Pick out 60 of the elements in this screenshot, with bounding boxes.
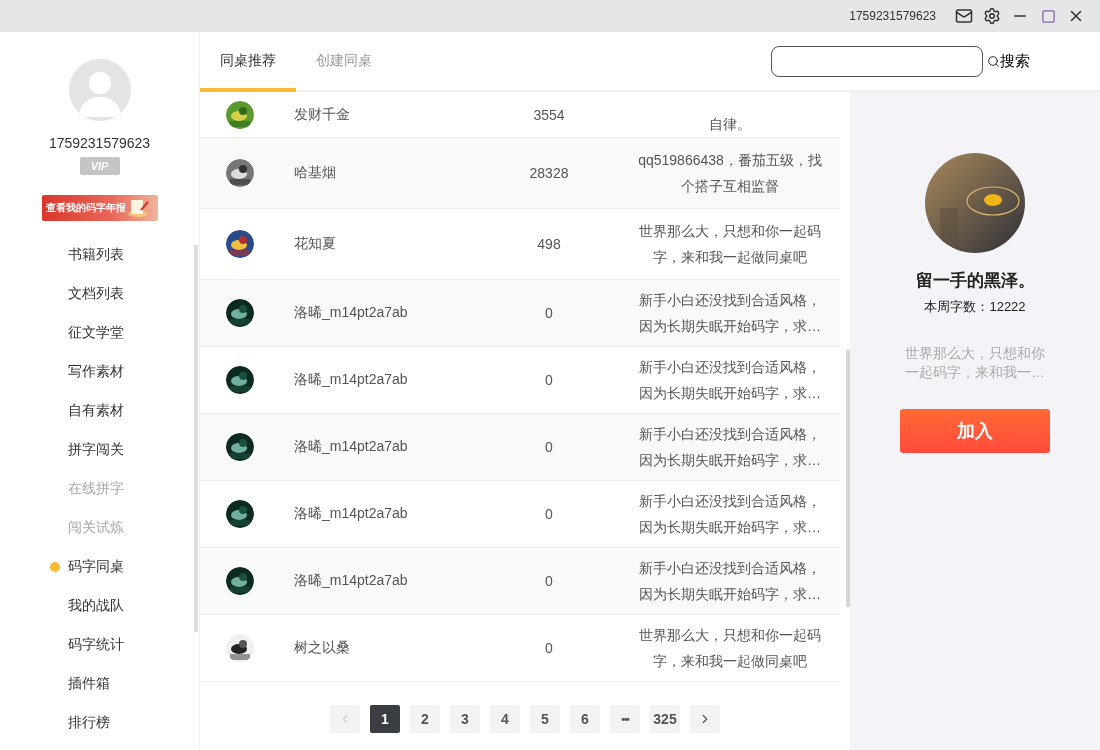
search-field[interactable] bbox=[771, 45, 983, 77]
table-cell-text: 0 bbox=[544, 640, 554, 656]
sidebar-item[interactable]: 码字同桌 bbox=[0, 547, 199, 586]
table-cell-text: 洛晞_m14pt2a7ab bbox=[294, 438, 409, 456]
sidebar-item[interactable]: 书籍列表 bbox=[0, 235, 199, 274]
sidebar-item[interactable]: 自有素材 bbox=[0, 391, 199, 430]
user-name: 留一手的黑泽。 bbox=[915, 270, 1035, 292]
user-description: 世界那么大，只想和你一起码字，来和我一… bbox=[904, 344, 1046, 382]
table-cell-text: 新手小白还没找到合适风格，因为长期失眠开始码字，求… bbox=[638, 492, 822, 537]
banner-text: 查看我的码字年报 bbox=[45, 201, 126, 215]
table-cell-text: 498 bbox=[536, 236, 562, 252]
annual-report-banner[interactable]: 查看我的码字年报 bbox=[41, 195, 158, 221]
table-cell-text: 花知夏 bbox=[294, 235, 337, 253]
table-cell-text: 洛晞_m14pt2a7ab bbox=[294, 304, 409, 322]
table-cell-text: 哈基烟 bbox=[294, 164, 337, 182]
table-cell-text: 洛晞_m14pt2a7ab bbox=[294, 572, 409, 590]
page-button[interactable]: 2 bbox=[410, 705, 440, 733]
user-id: 1759231579623 bbox=[48, 135, 151, 151]
table-cell-text: 新手小白还没找到合适风格，因为长期失眠开始码字，求… bbox=[638, 425, 822, 470]
scroll-icon bbox=[126, 198, 149, 218]
table-cell-text: 树之以桑 bbox=[294, 639, 351, 657]
sidebar-item[interactable]: 插件箱 bbox=[0, 664, 199, 703]
sidebar-item[interactable]: 征文学堂 bbox=[0, 313, 199, 352]
more-pages-button[interactable]: ••• bbox=[610, 705, 640, 733]
weekly-word-count: 本周字数：12222 bbox=[924, 298, 1026, 316]
page-button[interactable]: 6 bbox=[570, 705, 600, 733]
settings-icon[interactable] bbox=[982, 6, 1002, 26]
table-cell-text: 新手小白还没找到合适风格，因为长期失眠开始码字，求… bbox=[638, 559, 822, 604]
page-button[interactable]: 1 bbox=[370, 705, 400, 733]
table-cell-text: 自律。 bbox=[708, 114, 752, 134]
table-cell-text: 新手小白还没找到合适风格，因为长期失眠开始码字，求… bbox=[638, 358, 822, 403]
table-cell-text: 洛晞_m14pt2a7ab bbox=[294, 505, 409, 523]
sidebar-item[interactable]: 拼字闯关 bbox=[0, 430, 199, 469]
table-cell-text: 0 bbox=[544, 573, 554, 589]
table-cell-text: 0 bbox=[544, 305, 554, 321]
page-button[interactable]: 5 bbox=[530, 705, 560, 733]
sidebar-item[interactable]: 码字统计 bbox=[0, 625, 199, 664]
table-cell-text: 发财千金 bbox=[294, 105, 351, 124]
sidebar-item[interactable]: 排行榜 bbox=[0, 703, 199, 742]
vip-badge: VIP bbox=[79, 157, 120, 175]
table-cell-text: 0 bbox=[544, 372, 554, 388]
table-cell-text: 世界那么大，只想和你一起码字，来和我一起做同桌吧 bbox=[638, 626, 822, 671]
search-button[interactable]: 搜索 bbox=[987, 51, 1030, 71]
sidebar-item[interactable]: 写作素材 bbox=[0, 352, 199, 391]
table-cell-text: 0 bbox=[544, 506, 554, 522]
page-button[interactable]: 325 bbox=[650, 705, 680, 733]
mail-icon[interactable] bbox=[954, 6, 974, 26]
table-cell-text: 洛晞_m14pt2a7ab bbox=[294, 371, 409, 389]
user-id: 1759231579623 bbox=[849, 9, 936, 23]
table-cell-text: 世界那么大，只想和你一起码字，来和我一起做同桌吧 bbox=[638, 222, 822, 267]
table-cell-text: qq519866438，番茄五级，找个搭子互相监督 bbox=[637, 151, 823, 196]
sidebar-item[interactable]: 文档列表 bbox=[0, 274, 199, 313]
table-cell-text: 新手小白还没找到合适风格，因为长期失眠开始码字，求… bbox=[638, 291, 822, 336]
table-cell-text: 0 bbox=[544, 439, 554, 455]
table-cell-text: 28328 bbox=[528, 165, 570, 181]
page-button[interactable]: 3 bbox=[450, 705, 480, 733]
search-icon bbox=[987, 54, 1000, 68]
page-button[interactable]: 4 bbox=[490, 705, 520, 733]
sidebar-item[interactable]: 我的战队 bbox=[0, 586, 199, 625]
table-cell-text: 3554 bbox=[532, 106, 566, 123]
